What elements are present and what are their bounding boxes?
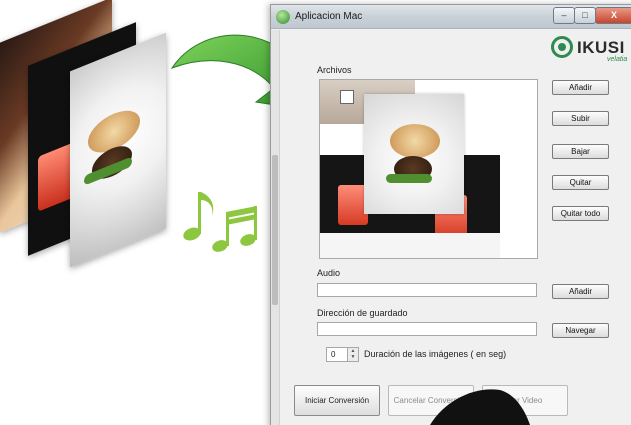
image-preview-list[interactable] xyxy=(319,79,538,259)
fish-fillet xyxy=(390,124,440,158)
window-title: Aplicacion Mac xyxy=(295,11,363,22)
move-down-button[interactable]: Bajar xyxy=(552,144,609,159)
app-window: Aplicacion Mac – □ X IKUSI velatia Archi… xyxy=(270,4,631,425)
close-button[interactable]: X xyxy=(595,7,631,24)
move-up-button[interactable]: Subir xyxy=(552,111,609,126)
add-file-button[interactable]: Añadir xyxy=(552,80,609,95)
audio-input[interactable] xyxy=(317,283,537,297)
spinner-arrows-icon[interactable]: ▲ ▼ xyxy=(347,348,358,361)
start-conversion-button[interactable]: Iniciar Conversión xyxy=(294,385,380,416)
asparagus xyxy=(386,174,432,183)
ikusi-logo-icon xyxy=(551,36,573,58)
remove-button[interactable]: Quitar xyxy=(552,175,609,190)
food-photo-front xyxy=(70,32,166,268)
logo-subtext: velatia xyxy=(607,56,628,63)
logo-text: IKUSI xyxy=(577,38,625,57)
left-scrollbar[interactable] xyxy=(271,30,280,425)
remove-all-button[interactable]: Quitar todo xyxy=(552,206,609,221)
browse-button[interactable]: Navegar xyxy=(552,323,609,338)
dark-cursor-shape xyxy=(430,389,530,425)
duration-label: Duración de las imágenes ( en seg) xyxy=(364,349,507,359)
music-notes-icon xyxy=(183,192,257,252)
minimize-button[interactable]: – xyxy=(553,7,575,24)
add-audio-button[interactable]: Añadir xyxy=(552,284,609,299)
save-dir-label: Dirección de guardado xyxy=(317,308,408,318)
duration-spinner[interactable]: 0 ▲ ▼ xyxy=(326,347,359,362)
preview-screen xyxy=(340,90,354,104)
files-label: Archivos xyxy=(317,65,352,75)
app-logo-icon xyxy=(276,10,290,24)
maximize-button[interactable]: □ xyxy=(574,7,596,24)
title-bar[interactable]: Aplicacion Mac – □ X xyxy=(271,5,631,29)
save-dir-input[interactable] xyxy=(317,322,537,336)
preview-image-plate xyxy=(364,94,464,214)
plate xyxy=(320,233,500,258)
duration-value: 0 xyxy=(331,350,336,359)
audio-label: Audio xyxy=(317,268,341,278)
scrollbar-thumb[interactable] xyxy=(272,155,278,305)
